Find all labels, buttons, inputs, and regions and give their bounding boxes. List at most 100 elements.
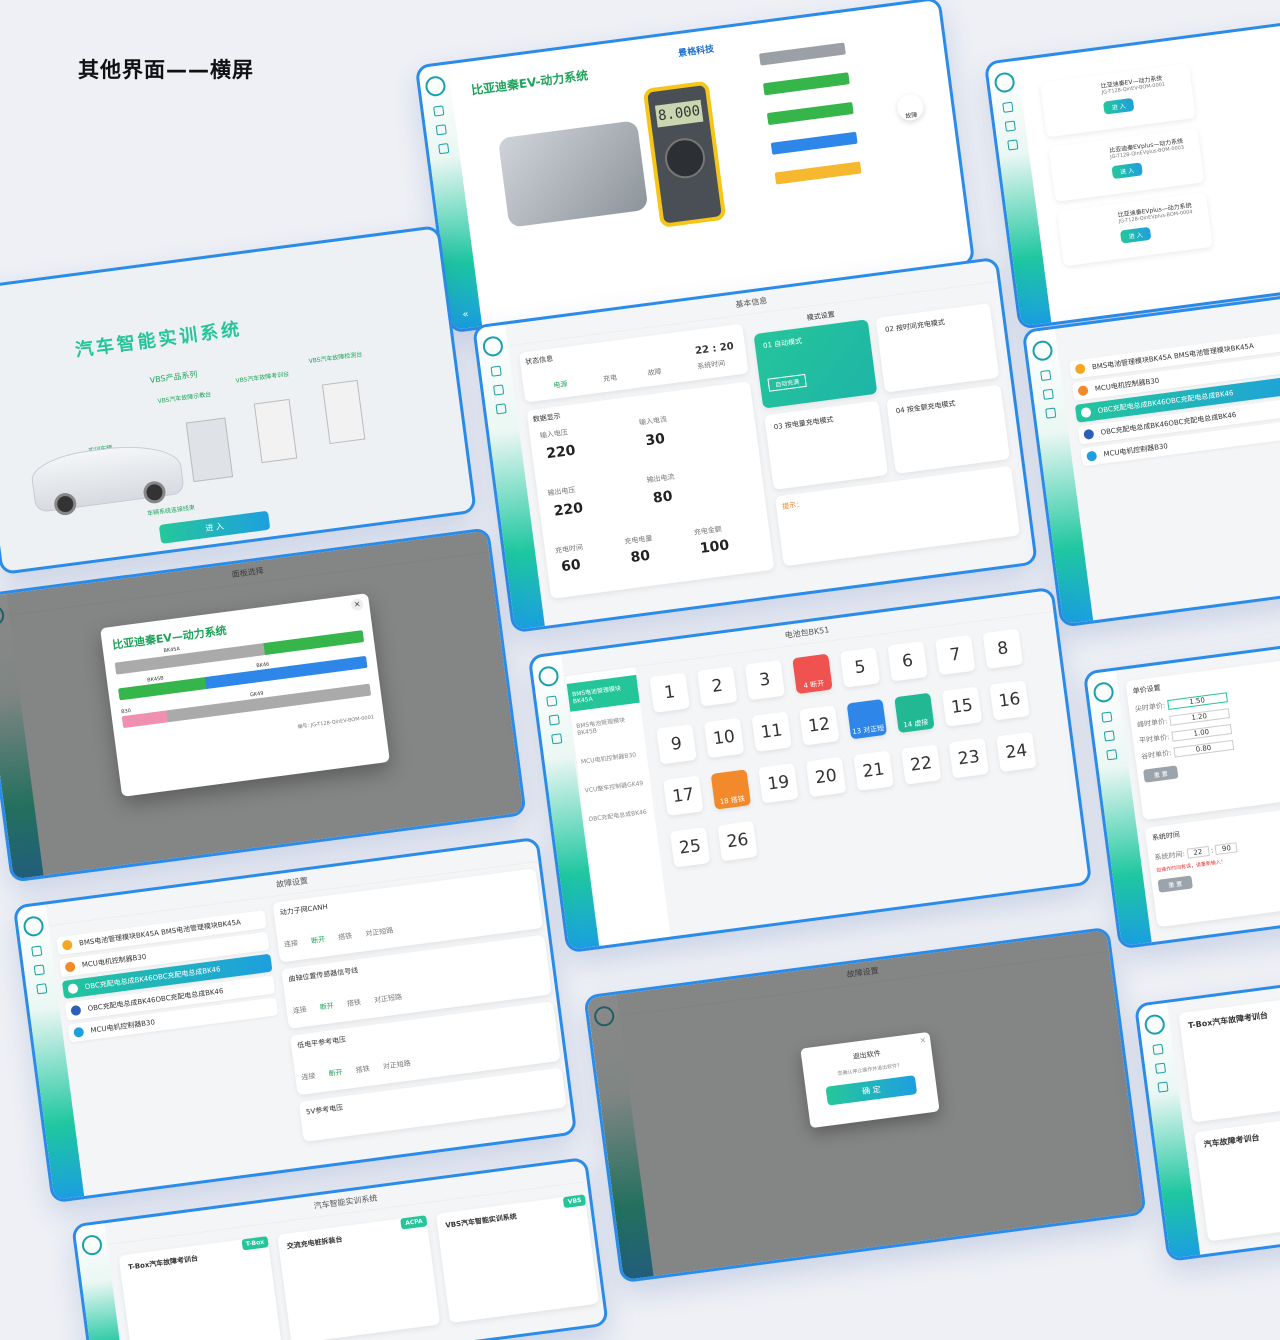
mode-title: 模式设置 xyxy=(806,310,836,323)
fault-cell[interactable]: 4 断开 xyxy=(792,653,833,695)
fault-cell[interactable]: 6 xyxy=(887,641,928,682)
output-current: 80 xyxy=(652,488,674,507)
back-icon[interactable] xyxy=(546,695,558,707)
power-icon[interactable] xyxy=(36,983,48,995)
price-input[interactable]: 1.00 xyxy=(1170,724,1232,742)
fault-cell[interactable]: 25 xyxy=(669,827,711,868)
power-icon[interactable] xyxy=(551,733,563,745)
price-input[interactable]: 0.80 xyxy=(1173,739,1234,758)
back-icon[interactable] xyxy=(1040,369,1052,382)
mode-amount[interactable]: 04 按金额充电模式 xyxy=(886,384,1010,474)
list-card[interactable]: 比亚迪秦EV—动力系统 JG-T128-QinEV-BOM-0001 进 入 xyxy=(1039,63,1196,138)
multimeter-dial[interactable] xyxy=(662,135,708,181)
fault-cell[interactable]: 1 xyxy=(649,672,690,713)
fault-cell[interactable]: 10 xyxy=(703,717,745,759)
rig-image xyxy=(185,417,234,483)
charge-time: 60 xyxy=(560,556,582,576)
fault-cell[interactable]: 20 xyxy=(805,756,847,798)
mode-time[interactable]: 02 按时间充电模式 xyxy=(875,303,1000,393)
fault-cell[interactable]: 16 xyxy=(989,680,1030,721)
fault-cell[interactable]: 15 xyxy=(941,686,983,727)
power-icon[interactable] xyxy=(1106,749,1118,761)
back-icon[interactable] xyxy=(433,105,445,117)
screen-price-settings: 单价设置 尖时单价: 1.50 峰时单价: 1.20 平时单价: 1.00 谷时… xyxy=(1082,640,1280,950)
grid-icon[interactable] xyxy=(435,124,447,136)
enter-button[interactable]: 进 入 xyxy=(1111,162,1143,180)
power-icon[interactable] xyxy=(438,143,450,155)
product-card[interactable]: VBS汽车智能实训系统 VBS xyxy=(435,1194,599,1324)
back-icon[interactable] xyxy=(1152,1043,1164,1056)
fault-cell[interactable]: 14 虚接 xyxy=(894,692,935,734)
price-input[interactable]: 1.50 xyxy=(1166,692,1228,711)
fault-cell[interactable]: 5 xyxy=(839,647,881,688)
fault-cell[interactable]: 7 xyxy=(935,634,976,676)
fault-cell[interactable]: 18 搭铁 xyxy=(710,769,752,810)
fault-cell[interactable]: 11 xyxy=(751,711,792,752)
fault-cell[interactable]: 21 xyxy=(853,750,894,791)
product-card[interactable]: 交流充电桩拆装台 ACPA xyxy=(277,1215,441,1340)
mode-energy[interactable]: 03 按电量充电模式 xyxy=(764,400,889,490)
enter-button[interactable]: 进 入 xyxy=(158,510,271,544)
fault-cell[interactable]: 24 xyxy=(996,731,1037,773)
confirm-button[interactable]: 确 定 xyxy=(825,1075,918,1106)
enter-button[interactable]: 进 入 xyxy=(1102,97,1135,115)
logo-icon xyxy=(424,74,447,98)
fault-cell[interactable]: 3 xyxy=(744,659,786,701)
time-card: 系统时间 系统时间: 22 : 90 如操作时间有误，请重新输入！ 重 置 xyxy=(1144,803,1280,928)
product-card[interactable]: T-Box汽车故障考训台 xyxy=(1178,993,1280,1123)
popup-code: 编号: JG-T128-QinEV-BOM-0001 xyxy=(297,714,375,731)
grid-icon[interactable] xyxy=(1103,730,1115,742)
fault-cell[interactable]: 19 xyxy=(758,763,799,804)
close-icon[interactable]: × xyxy=(350,597,364,612)
fault-cell[interactable]: 12 xyxy=(799,705,840,746)
power-icon[interactable] xyxy=(1045,407,1057,419)
fault-cell[interactable]: 13 对正短路 xyxy=(846,698,888,792)
input-current: 30 xyxy=(644,430,666,450)
brand-logo: 景格科技 xyxy=(677,44,715,60)
close-icon[interactable]: × xyxy=(919,1035,927,1045)
multimeter-display: 8.000 xyxy=(654,99,704,128)
grid-icon[interactable] xyxy=(1004,120,1016,132)
reset-button[interactable]: 重 置 xyxy=(1143,765,1179,783)
back-icon[interactable] xyxy=(1002,101,1014,113)
grid-icon[interactable] xyxy=(1154,1062,1167,1074)
reset-button[interactable]: 重 置 xyxy=(1157,875,1193,893)
fault-cell[interactable]: 9 xyxy=(656,724,697,765)
fault-cell[interactable]: 17 xyxy=(663,775,704,816)
grid-icon[interactable] xyxy=(1042,388,1054,400)
back-icon[interactable] xyxy=(31,945,43,957)
product-card[interactable]: 汽车故障考训台 xyxy=(1194,1112,1280,1242)
exit-dialog: 退出软件 您确认停止操作并退出软件? 确 定 × xyxy=(800,1031,940,1129)
back-icon[interactable] xyxy=(1101,711,1113,723)
grid-icon[interactable] xyxy=(493,384,505,396)
mode-auto[interactable]: 01 自动模式 自动充满 xyxy=(753,319,878,409)
charge-status: 充电 xyxy=(602,373,618,384)
input-voltage: 220 xyxy=(545,442,577,463)
back-icon[interactable] xyxy=(490,365,502,377)
screen-title: 比亚迪秦EV-动力系统 xyxy=(470,68,589,98)
multimeter: 8.000 xyxy=(642,80,727,228)
power-icon[interactable] xyxy=(1007,139,1019,151)
fault-cell[interactable]: 2 xyxy=(697,666,738,707)
list-card[interactable]: 比亚迪秦EVplus—动力系统 JG-T128-QinEVplus-BOM-00… xyxy=(1048,127,1205,202)
enter-button[interactable]: 进 入 xyxy=(1119,226,1152,244)
collapse-icon[interactable]: « xyxy=(450,307,481,322)
fault-cell[interactable]: 23 xyxy=(948,737,990,779)
fault-panel-button[interactable]: 故障 xyxy=(895,92,925,122)
app-title: 汽车智能实训系统 xyxy=(73,318,244,362)
auto-fill-button[interactable]: 自动充满 xyxy=(767,373,807,392)
grid-icon[interactable] xyxy=(33,964,45,976)
product-card[interactable]: T-Box汽车故障考训台 T-Box xyxy=(118,1236,282,1340)
power-status: 电源 xyxy=(553,379,568,390)
power-icon[interactable] xyxy=(495,403,507,415)
fault-cell[interactable]: 26 xyxy=(717,820,758,862)
header: 故障设置 xyxy=(616,930,1110,1017)
hour-input[interactable]: 22 xyxy=(1186,845,1210,859)
minute-input[interactable]: 90 xyxy=(1214,842,1239,856)
price-input[interactable]: 1.20 xyxy=(1168,708,1230,726)
list-card[interactable]: 比亚迪秦EVplus—动力系统 JG-T128-QinEVplus-BOM-00… xyxy=(1056,192,1213,267)
power-icon[interactable] xyxy=(1157,1081,1169,1093)
fault-cell[interactable]: 22 xyxy=(901,744,942,785)
grid-icon[interactable] xyxy=(548,714,560,726)
fault-cell[interactable]: 8 xyxy=(982,628,1024,669)
